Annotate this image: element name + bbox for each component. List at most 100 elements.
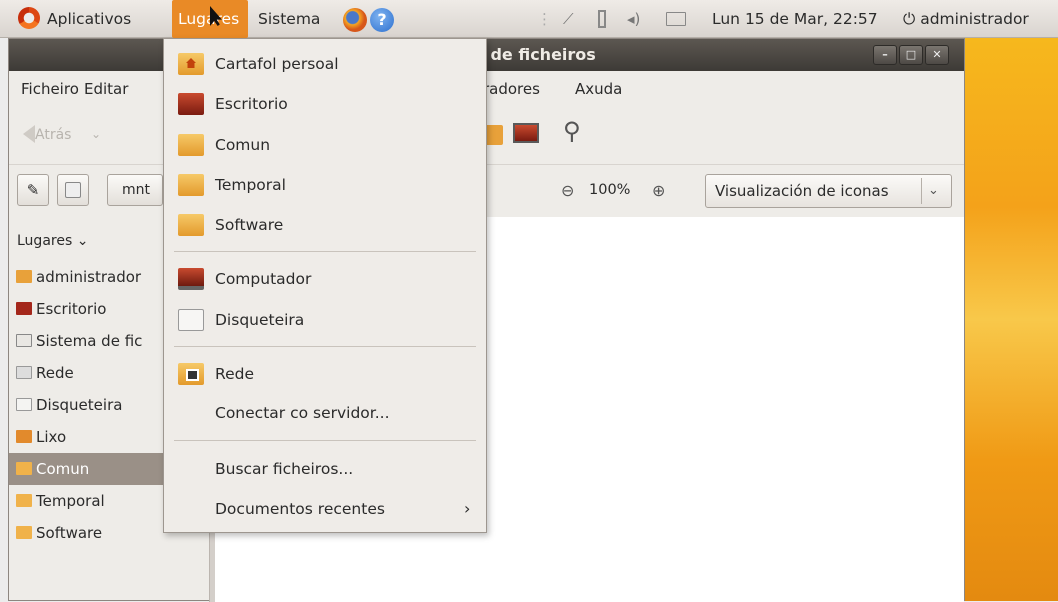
path-segment-button[interactable]: mnt [107,174,163,206]
computer-icon [178,268,204,290]
path-root-button[interactable] [57,174,89,206]
applications-label: Aplicativos [47,10,132,28]
places-dropdown-menu: Cartafol persoal Escritorio Comun Tempor… [163,38,487,533]
drive-icon [65,182,81,198]
home-folder-icon [16,270,32,283]
side-pane-header-label: Lugares [17,233,73,249]
menu-item-conectar-servidor[interactable]: Conectar co servidor... [164,393,486,433]
menu-ficheiro[interactable]: Ficheiro [21,80,79,98]
sidebar-item-label: Disqueteira [36,396,123,414]
menu-item-label: Documentos recentes [215,500,385,518]
sidebar-item-label: administrador [36,268,142,286]
top-panel: Aplicativos Lugares Sistema ? ⋮ ⟋ ◂) Lun… [0,0,1058,38]
view-mode-label: Visualización de iconas [715,182,889,200]
desktop-icon [178,93,204,115]
sidebar-item-label: Rede [36,364,74,382]
menu-item-buscar-ficheiros[interactable]: Buscar ficheiros... [164,449,486,489]
menu-separator [174,346,476,347]
back-history-dropdown[interactable]: ⌄ [91,127,101,141]
battery-icon[interactable] [598,10,606,28]
sidebar-item-label: Lixo [36,428,67,446]
menu-item-comun[interactable]: Comun [164,125,486,165]
filesystem-icon [16,334,32,347]
window-title: r de ficheiros [477,45,596,64]
sidebar-item-label: Software [36,524,103,542]
close-button[interactable]: ✕ [925,45,949,65]
side-pane-header[interactable]: Lugares ⌄ [17,233,88,249]
sidebar-item-label: Sistema de fic [36,332,143,350]
menu-separator [174,251,476,252]
menu-item-escritorio[interactable]: Escritorio [164,84,486,124]
sidebar-item-label: Escritorio [36,300,107,318]
menu-item-label: Cartafol persoal [215,55,339,73]
menu-editar[interactable]: Editar [84,80,128,98]
menu-item-label: Disqueteira [215,311,305,329]
minimize-button[interactable]: – [873,45,897,65]
menu-item-computador[interactable]: Computador [164,259,486,299]
menu-axuda[interactable]: Axuda [575,80,622,98]
menu-item-label: Conectar co servidor... [215,404,390,422]
floppy-icon [178,309,204,331]
clock-text: Lun 15 de Mar, 22:57 [712,10,878,28]
folder-icon [16,526,32,539]
clock[interactable]: Lun 15 de Mar, 22:57 [712,0,878,38]
menu-item-cartafol-persoal[interactable]: Cartafol persoal [164,44,486,84]
places-label: Lugares [178,10,240,28]
edit-location-button[interactable]: ✎ [17,174,49,206]
chevron-down-icon: ⌄ [928,183,939,198]
back-label: Atrás [35,127,72,143]
zoom-out-icon[interactable]: ⊖ [561,181,574,200]
zoom-level[interactable]: 100% [589,182,630,198]
ubuntu-logo-icon [18,7,40,29]
volume-icon[interactable]: ◂) [627,9,640,29]
pencil-icon: ✎ [26,181,40,199]
home-folder-icon [178,53,204,75]
tray-handle-icon: ⋮ [537,10,552,28]
floppy-icon [16,398,32,411]
folder-icon [178,134,204,156]
menu-item-label: Computador [215,270,312,288]
zoom-in-icon[interactable]: ⊕ [652,181,665,200]
menu-item-disqueteira[interactable]: Disqueteira [164,300,486,340]
desktop-icon [16,302,32,315]
maximize-button[interactable]: □ [899,45,923,65]
menu-marcadores[interactable]: radores [483,80,540,98]
back-arrow-icon [23,125,35,143]
user-label: administrador [920,10,1029,28]
system-menu[interactable]: Sistema [258,0,320,38]
firefox-launcher-icon[interactable] [343,8,367,32]
folder-icon [16,494,32,507]
desktop-background [965,38,1058,601]
menu-item-label: Software [215,216,284,234]
menu-item-documentos-recentes[interactable]: Documentos recentes › [164,489,486,529]
back-button[interactable]: Atrás [23,125,71,143]
chevron-down-icon: ⌄ [72,233,89,249]
system-label: Sistema [258,10,321,28]
menu-separator [174,440,476,441]
folder-icon [178,174,204,196]
view-mode-select[interactable]: Visualización de iconas ⌄ [705,174,952,208]
chevron-right-icon: › [464,499,471,518]
menu-item-software[interactable]: Software [164,205,486,245]
network-icon [178,363,204,385]
menu-item-label: Escritorio [215,95,288,113]
network-status-icon[interactable]: ⟋ [563,9,574,29]
menu-item-label: Comun [215,136,271,154]
menu-item-label: Rede [215,365,254,383]
search-icon[interactable]: ⚲ [563,117,581,145]
applications-menu[interactable]: Aplicativos [18,0,131,38]
folder-icon [16,462,32,475]
folder-icon [178,214,204,236]
network-icon [16,366,32,379]
computer-icon[interactable] [513,123,539,143]
menu-item-rede[interactable]: Rede [164,354,486,394]
mail-icon[interactable] [666,12,686,26]
menu-item-label: Temporal [215,176,286,194]
help-icon[interactable]: ? [370,8,394,32]
sidebar-item-label: Comun [36,460,90,478]
sidebar-item-label: Temporal [36,492,105,510]
path-segment-label: mnt [122,182,150,198]
user-menu[interactable]: ⏻ administrador [903,0,1029,38]
power-icon: ⏻ [903,10,921,28]
menu-item-temporal[interactable]: Temporal [164,165,486,205]
